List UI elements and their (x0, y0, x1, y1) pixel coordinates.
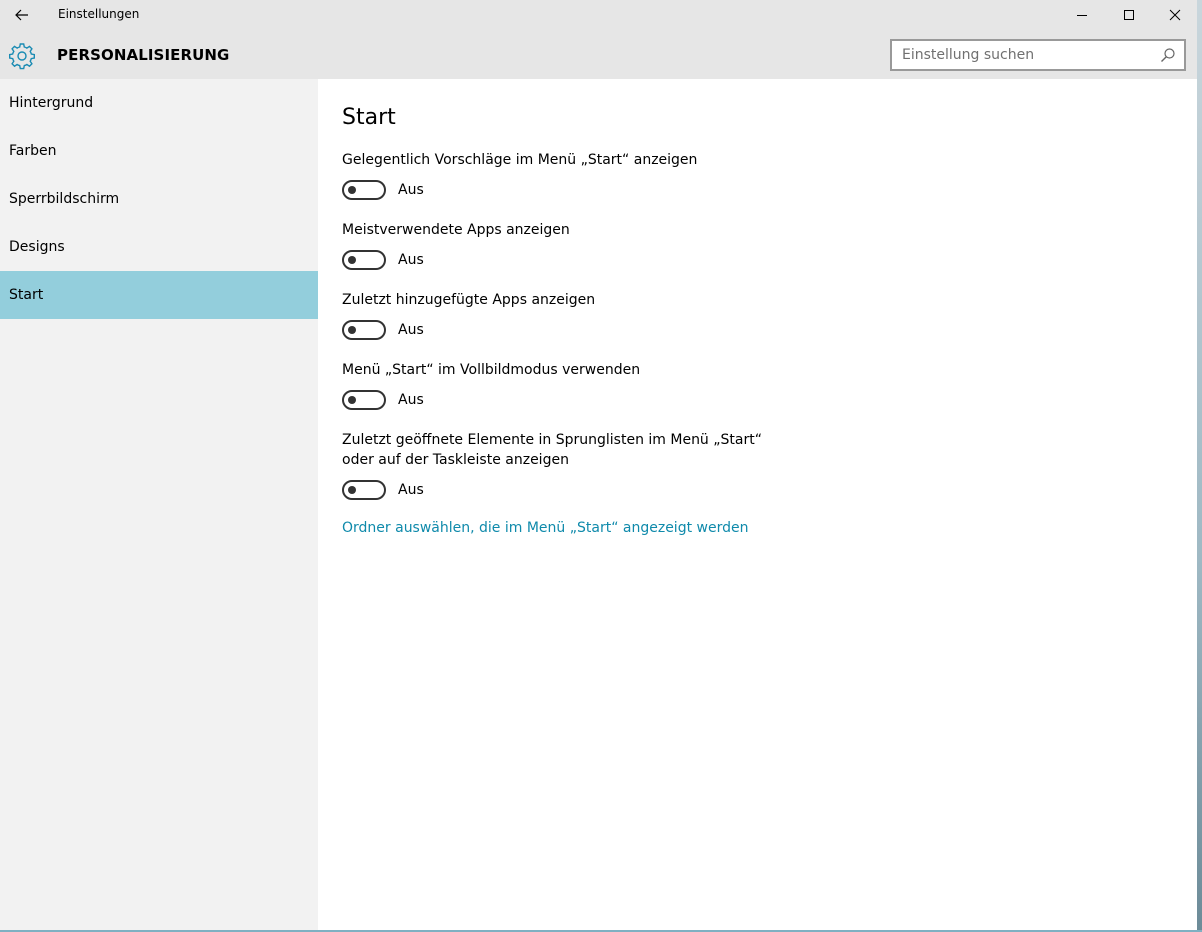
toggle-switch-jump-lists[interactable] (342, 480, 386, 500)
sidebar-item-designs[interactable]: Designs (0, 223, 318, 271)
toggle-state: Aus (398, 482, 424, 498)
settings-header: PERSONALISIERUNG (0, 30, 1197, 79)
toggle-knob (348, 186, 356, 194)
search-box[interactable] (890, 39, 1186, 71)
setting-fullscreen-start: Menü „Start“ im Vollbildmodus verwenden … (342, 360, 802, 410)
close-icon (1169, 9, 1181, 21)
window-title: Einstellungen (58, 7, 140, 21)
search-icon[interactable] (1160, 47, 1176, 63)
toggle-row: Aus (342, 390, 424, 410)
toggle-row: Aus (342, 480, 424, 500)
setting-label: Zuletzt geöffnete Elemente in Sprunglist… (342, 432, 762, 468)
desktop-background-edge (1197, 0, 1202, 932)
toggle-row: Aus (342, 250, 424, 270)
section-title: PERSONALISIERUNG (57, 46, 230, 64)
toggle-knob (348, 326, 356, 334)
title-bar: Einstellungen (0, 0, 1197, 30)
toggle-switch-suggestions[interactable] (342, 180, 386, 200)
toggle-state: Aus (398, 322, 424, 338)
setting-label: Menü „Start“ im Vollbildmodus verwenden (342, 362, 641, 378)
arrow-left-icon (15, 9, 28, 21)
choose-folders-link[interactable]: Ordner auswählen, die im Menü „Start“ an… (342, 520, 748, 536)
minimize-icon (1077, 15, 1087, 16)
toggle-state: Aus (398, 392, 424, 408)
toggle-switch-fullscreen-start[interactable] (342, 390, 386, 410)
settings-window: Einstellungen PERSONALISIERUNG Einstellu… (0, 0, 1197, 930)
toggle-state: Aus (398, 182, 424, 198)
sidebar-item-farben[interactable]: Farben (0, 127, 318, 175)
setting-label: Meistverwendete Apps anzeigen (342, 222, 570, 238)
toggle-switch-most-used-apps[interactable] (342, 250, 386, 270)
search-input[interactable] (892, 41, 1152, 69)
setting-label: Gelegentlich Vorschläge im Menü „Start“ … (342, 152, 698, 168)
sidebar-item-start[interactable]: Start (0, 271, 318, 319)
maximize-button[interactable] (1106, 0, 1152, 30)
toggle-switch-recent-apps[interactable] (342, 320, 386, 340)
sidebar: Hintergrund Farben Sperrbildschirm Desig… (0, 79, 318, 930)
page-title: Start (342, 105, 396, 130)
close-button[interactable] (1152, 0, 1197, 30)
setting-label: Zuletzt hinzugefügte Apps anzeigen (342, 292, 596, 308)
sidebar-item-hintergrund[interactable]: Hintergrund (0, 79, 318, 127)
toggle-knob (348, 256, 356, 264)
setting-jump-lists: Zuletzt geöffnete Elemente in Sprunglist… (342, 430, 782, 500)
maximize-icon (1124, 10, 1134, 20)
setting-most-used-apps: Meistverwendete Apps anzeigen Aus (342, 220, 802, 270)
setting-recent-apps: Zuletzt hinzugefügte Apps anzeigen Aus (342, 290, 802, 340)
gear-icon (9, 43, 35, 70)
back-button[interactable] (0, 0, 44, 30)
toggle-knob (348, 486, 356, 494)
minimize-button[interactable] (1059, 0, 1105, 30)
toggle-row: Aus (342, 180, 424, 200)
sidebar-item-sperrbildschirm[interactable]: Sperrbildschirm (0, 175, 318, 223)
toggle-state: Aus (398, 252, 424, 268)
setting-suggestions: Gelegentlich Vorschläge im Menü „Start“ … (342, 150, 802, 200)
content-pane: Start Gelegentlich Vorschläge im Menü „S… (318, 79, 1197, 930)
toggle-row: Aus (342, 320, 424, 340)
toggle-knob (348, 396, 356, 404)
